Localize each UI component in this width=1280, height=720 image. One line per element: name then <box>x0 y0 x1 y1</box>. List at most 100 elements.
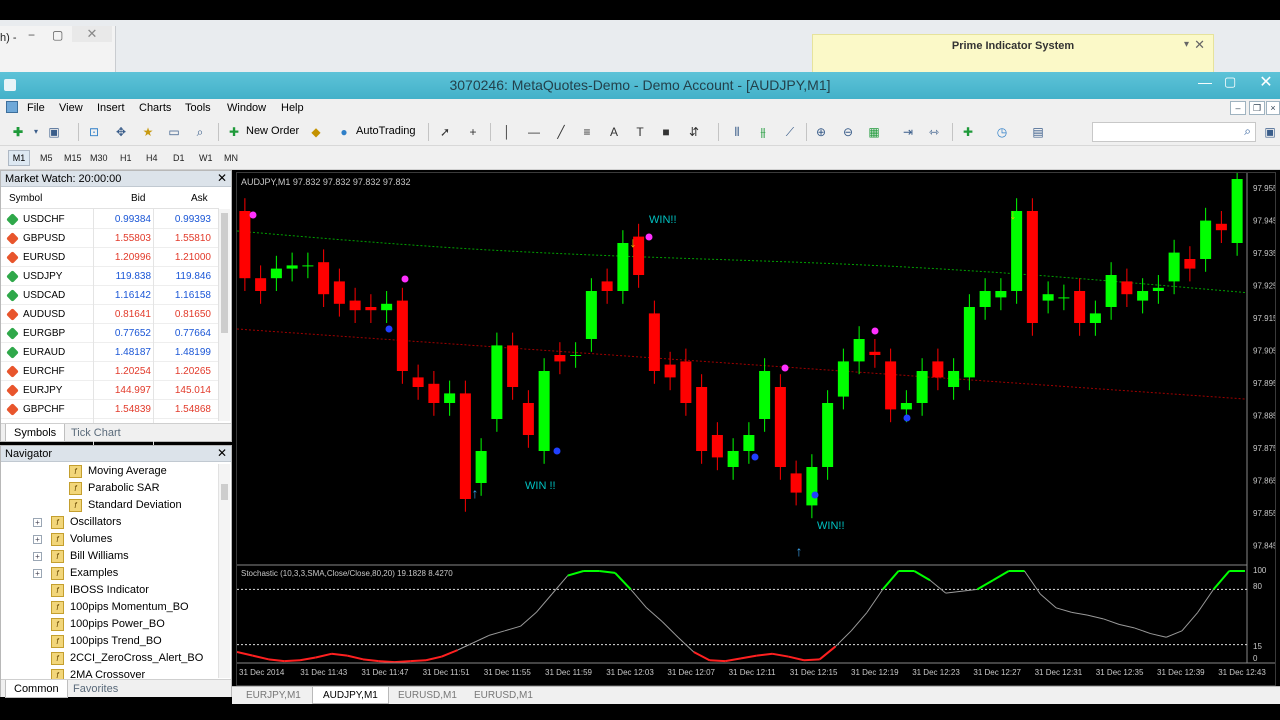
navigator-item[interactable]: f 100pips Momentum_BO <box>1 599 219 616</box>
close-icon[interactable]: ✕ <box>1194 37 1205 53</box>
document-icon[interactable] <box>6 101 18 113</box>
navigator-item[interactable]: f 100pips Trend_BO <box>1 633 219 650</box>
bar-chart-icon[interactable]: ⫴ <box>729 124 745 140</box>
crosshair-icon[interactable]: + <box>465 124 481 140</box>
column-bid[interactable]: Bid <box>131 193 145 204</box>
notification-popup[interactable]: Prime Indicator System ▾ ✕ <box>812 34 1214 74</box>
chevron-down-icon[interactable]: ▾ <box>1184 39 1189 50</box>
timeframe-m5[interactable]: M5 <box>40 153 53 163</box>
profiles-icon[interactable]: ▣ <box>46 124 62 140</box>
background-maximize-icon[interactable]: ▢ <box>52 28 63 42</box>
navigator-item[interactable]: f 2CCI_ZeroCross_Alert_BO <box>1 650 219 667</box>
menu-tools[interactable]: Tools <box>185 102 211 114</box>
price-chart[interactable]: AUDJPY,M1 97.832 97.832 97.832 97.832 ↑ ↑ ↓… <box>236 166 1278 685</box>
window-title-bar[interactable]: 3070246: MetaQuotes-Demo - Demo Account … <box>0 72 1280 99</box>
menu-charts[interactable]: Charts <box>139 102 171 114</box>
menu-file[interactable]: File <box>27 102 45 114</box>
market-watch-icon[interactable]: ⊡ <box>86 124 102 140</box>
market-watch-row[interactable]: GBPCHF 1.54839 1.54868 <box>1 400 219 419</box>
close-icon[interactable]: ✕ <box>217 446 227 460</box>
data-window-icon[interactable]: ✥ <box>113 124 129 140</box>
timeframe-mn[interactable]: MN <box>224 153 238 163</box>
market-watch-row[interactable]: EURUSD 1.20996 1.21000 <box>1 248 219 267</box>
candlestick-icon[interactable]: ⫵ <box>755 124 771 140</box>
autotrading-button[interactable]: AutoTrading <box>356 125 416 137</box>
menu-help[interactable]: Help <box>281 102 304 114</box>
chart-tab[interactable]: AUDJPY,M1 <box>312 687 389 704</box>
line-chart-icon[interactable]: ⟋ <box>782 124 798 140</box>
arrows-icon[interactable]: ⇵ <box>686 124 702 140</box>
timeframe-m30[interactable]: M30 <box>90 153 108 163</box>
account-icon[interactable]: ▣ <box>1262 124 1278 140</box>
timeframe-h1[interactable]: H1 <box>120 153 132 163</box>
background-window[interactable]: h) - − ▢ ✕ <box>0 26 116 72</box>
timeframe-m1[interactable]: M1 <box>8 150 30 166</box>
new-order-button[interactable]: New Order <box>246 125 299 137</box>
column-ask[interactable]: Ask <box>191 193 208 204</box>
expand-icon[interactable]: + <box>33 518 42 527</box>
zoom-out-icon[interactable]: ⊖ <box>840 124 856 140</box>
navigator-item[interactable]: f Standard Deviation <box>1 497 219 514</box>
timeframe-d1[interactable]: D1 <box>173 153 185 163</box>
market-watch-row[interactable]: USDCAD 1.16142 1.16158 <box>1 286 219 305</box>
timeframe-h4[interactable]: H4 <box>146 153 158 163</box>
templates-icon[interactable]: ▤ <box>1030 124 1046 140</box>
market-watch-row[interactable]: USDJPY 119.838 119.846 <box>1 267 219 286</box>
market-watch-row[interactable]: EURAUD 1.48187 1.48199 <box>1 343 219 362</box>
terminal-icon[interactable]: ▭ <box>166 124 182 140</box>
mdi-close-icon[interactable]: × <box>1266 101 1280 115</box>
metaeditor-icon[interactable]: ◆ <box>308 124 324 140</box>
mdi-minimize-icon[interactable]: – <box>1230 101 1246 115</box>
shapes-icon[interactable]: ■ <box>658 124 674 140</box>
timeframe-w1[interactable]: W1 <box>199 153 213 163</box>
channel-icon[interactable]: ≡ <box>579 124 595 140</box>
market-watch-row[interactable]: EURCHF 1.20254 1.20265 <box>1 362 219 381</box>
market-watch-scrollbar[interactable] <box>218 209 230 421</box>
tab-symbols[interactable]: Symbols <box>5 424 66 442</box>
close-button[interactable]: ✕ <box>1252 72 1280 94</box>
mdi-restore-icon[interactable]: ❐ <box>1249 101 1265 115</box>
tile-windows-icon[interactable]: ▦ <box>866 124 882 140</box>
minimize-button[interactable]: — <box>1198 74 1212 90</box>
navigator-scrollbar[interactable] <box>218 464 230 678</box>
cursor-icon[interactable]: ➚ <box>437 124 453 140</box>
chart-window[interactable]: AUDJPY,M1 97.832 97.832 97.832 97.832 ↑ ↑ ↓… <box>236 166 1278 686</box>
navigator-item[interactable]: + f Oscillators <box>1 514 219 531</box>
indicators-icon[interactable]: ✚ <box>960 124 976 140</box>
navigator-item[interactable]: f Moving Average <box>1 463 219 480</box>
market-watch-row[interactable]: EURGBP 0.77652 0.77664 <box>1 324 219 343</box>
chart-tab[interactable]: EURUSD,M1 <box>464 687 543 704</box>
text-label-icon[interactable]: T <box>632 124 648 140</box>
market-watch-row[interactable]: USDCHF 0.99384 0.99393 <box>1 210 219 229</box>
column-symbol[interactable]: Symbol <box>9 193 42 204</box>
navigator-icon[interactable]: ★ <box>140 124 156 140</box>
maximize-button[interactable]: ▢ <box>1224 74 1236 90</box>
expand-icon[interactable]: + <box>33 552 42 561</box>
horizontal-line-icon[interactable]: — <box>526 124 542 140</box>
expand-icon[interactable]: + <box>33 535 42 544</box>
navigator-item[interactable]: f IBOSS Indicator <box>1 582 219 599</box>
new-chart-icon[interactable]: ✚ <box>10 124 26 140</box>
navigator-item[interactable]: f Parabolic SAR <box>1 480 219 497</box>
chart-tab[interactable]: EURUSD,M1 <box>388 687 467 704</box>
background-minimize-icon[interactable]: − <box>28 28 35 42</box>
search-input[interactable]: ⌕ <box>1092 122 1256 142</box>
navigator-item[interactable]: + f Examples <box>1 565 219 582</box>
navigator-item[interactable]: + f Bill Williams <box>1 548 219 565</box>
navigator-item[interactable]: f 100pips Power_BO <box>1 616 219 633</box>
scrollbar-thumb[interactable] <box>221 484 228 500</box>
new-order-icon[interactable]: ✚ <box>226 124 242 140</box>
menu-view[interactable]: View <box>59 102 83 114</box>
search-icon[interactable]: ⌕ <box>1244 124 1251 139</box>
strategy-tester-icon[interactable]: ⌕ <box>192 124 208 140</box>
chevron-down-icon[interactable]: ▾ <box>28 124 44 140</box>
market-watch-row[interactable]: AUDUSD 0.81641 0.81650 <box>1 305 219 324</box>
periods-icon[interactable]: ◷ <box>994 124 1010 140</box>
menu-insert[interactable]: Insert <box>97 102 125 114</box>
autotrading-icon[interactable]: ● <box>336 124 352 140</box>
text-tool-icon[interactable]: A <box>606 124 622 140</box>
market-watch-row[interactable]: EURJPY 144.997 145.014 <box>1 381 219 400</box>
background-close-button[interactable]: ✕ <box>72 26 112 42</box>
tab-common[interactable]: Common <box>5 680 68 698</box>
navigator-item[interactable]: + f Volumes <box>1 531 219 548</box>
